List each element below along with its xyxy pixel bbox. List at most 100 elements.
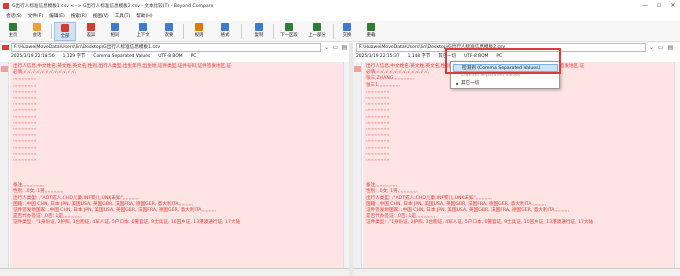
left-encoding-select[interactable]: UTF-8 BOM (158, 53, 182, 61)
menu-session[interactable]: 会话(S) (6, 13, 22, 19)
text-line: ,,,,,,,,,,,,,,,, (366, 107, 390, 113)
diffs-button[interactable]: 差异 (80, 22, 102, 41)
text-line: ,,,,,,,,,,,,,,,, (366, 95, 390, 100)
text-line: 证件签发地国家: ,中国 CHN, 日本 JPN, 美国USA, 英国GBR, … (366, 208, 570, 213)
text-line: ,,,,,,,,,,,,,,,, (13, 82, 37, 88)
swap-button[interactable]: 交换 (336, 22, 358, 41)
text-line: 证件类型: ,"1身份证, 2护照, 3台胞证, 4军人证, 5户口本, 6警官… (13, 220, 241, 226)
all-button[interactable]: 全部 (54, 22, 76, 41)
left-horizontal-scrollbar[interactable] (0, 268, 349, 276)
text-line: ,,,,,,,,,,,,,,,, (13, 113, 37, 119)
left-size: 1,129 字节 (62, 54, 86, 59)
menu-file[interactable]: 文件(F) (28, 13, 43, 19)
home-icon (9, 23, 17, 31)
text-line: ,,,,,,,,,,,,,,,, (13, 88, 37, 94)
format-button[interactable]: 格式 (214, 22, 236, 41)
next-section-button[interactable]: 下一区段 (278, 22, 300, 41)
text-line: 性别: ,0女; 1男,,,,,,,,,,,,, (13, 189, 64, 195)
text-line: ,,,,,,,,,,,,,,,, (13, 157, 37, 162)
minimize-button[interactable]: — (638, 0, 652, 11)
text-line: ,,,,,,,,,,,,,,,, (366, 144, 390, 150)
left-info-bar: 2025/3/19 22:18:56 1,129 字节 Comma Separa… (11, 53, 341, 61)
text-line: ,,,,,,,,,,,,,,,, (366, 113, 390, 119)
toolbar-separator (273, 24, 274, 39)
swap-label: 交换 (342, 33, 352, 38)
diffs-icon (87, 23, 95, 31)
reload-label: 重载 (366, 33, 376, 38)
menu-search[interactable]: 搜索(R) (71, 13, 87, 19)
text-line: 是否代办签证: ,0否; 1是,,,,,,,,,,,,, (13, 214, 83, 220)
menu-bar: 会话(S) 文件(F) 编辑(E) 搜索(R) 视图(V) 工具(T) 帮助(H… (0, 11, 680, 21)
right-horizontal-scrollbar[interactable] (353, 268, 680, 276)
context-icon (139, 23, 147, 31)
text-line: 出行人信息,中文姓名,英文姓,英文名,性别,出行人类型,出生年月,出生地,证件类… (13, 64, 232, 69)
left-gutter (0, 62, 9, 268)
copy-button[interactable]: 复制 (248, 22, 270, 41)
minor-button[interactable]: 次要 (158, 22, 180, 41)
right-history-icon[interactable]: ⌄ (648, 44, 655, 51)
text-line: 必填,√,√,√,√,√,√,√,√,√,√,√,√, (366, 70, 430, 76)
text-line: ,,,,,,,,,,,,,,,, (366, 126, 390, 131)
text-line: 出行人类型: ,"ADT成人,CHD儿童,INF婴儿,UNK未知",,,,,,,… (13, 195, 139, 201)
close-button[interactable]: ✕ (666, 0, 680, 11)
bullet-icon (456, 83, 458, 85)
reload-button[interactable]: 重载 (360, 22, 382, 41)
text-line: ,,,,,,,,,,,,,,,, (366, 150, 390, 156)
next-section-icon (285, 23, 293, 31)
menu-tools[interactable]: 工具(T) (115, 13, 131, 19)
home-label: 主页 (8, 33, 18, 38)
context-button[interactable]: 上下文 (132, 22, 154, 41)
format-label: 格式 (220, 33, 230, 38)
left-date: 2025/3/19 22:18:56 (11, 54, 55, 59)
window-title: G出行人标准信息模板1.csv <--> G出行人标准信息模板2.csv - 文… (12, 3, 214, 9)
left-text-pane[interactable]: 出行人信息,中文姓名,英文姓,英文名,性别,出行人类型,出生年月,出生地,证件类… (10, 62, 343, 268)
rules-label: 规则 (194, 33, 204, 38)
left-path-input[interactable]: F:\HuaweiMoveData\Users\lin\Desktop\G出行人… (11, 43, 321, 52)
text-line: 证件签发地国家: ,中国 CHN, 日本 JPN, 美国USA, 英国GBR, … (13, 208, 217, 213)
text-line: ,,,,,,,,,,,,,,,, (366, 119, 390, 125)
toolbar: 主页 会话 全部 差异 相同 上下文 次要 规则 格式 复制 下一区段 上一部分… (0, 21, 680, 42)
text-line: 国籍: ,中国 CHN, 日本 JPN, 美国USA, 英国GBR, 法国FRA… (13, 201, 194, 207)
toolbar-separator (241, 24, 242, 39)
text-line: ,,,,,,,,,,,,,,,, (13, 95, 37, 100)
prev-part-button[interactable]: 上一部分 (306, 22, 328, 41)
text-line: ,,,,,,,,,,,,,,,, (366, 157, 390, 162)
rules-icon (195, 23, 203, 31)
left-format-select[interactable]: Comma Separated Values (93, 53, 150, 61)
text-line: ,,,,,,,,,,,,,,,, (366, 88, 390, 94)
right-vertical-scrollbar[interactable] (674, 62, 680, 268)
text-line: ,,,,,,,,,,,,,,,, (13, 144, 37, 150)
left-eol-select[interactable]: PC (191, 53, 197, 61)
menu-edit[interactable]: 编辑(E) (49, 13, 65, 19)
same-icon (111, 23, 119, 31)
home-button[interactable]: 主页 (2, 22, 24, 41)
right-text-pane[interactable]: 出行人信息,中文姓名,英文姓,英文名,性别,出行人类型,出生年月,出生地,证件类… (363, 62, 674, 268)
text-line: 是否代办签证: ,0否; 1是,,,,,,,,,,,,, (366, 214, 436, 220)
minor-icon (165, 23, 173, 31)
same-button[interactable]: 相同 (104, 22, 126, 41)
text-line: ,,,,,,,,,,,,,,,, (366, 132, 390, 138)
sessions-button[interactable]: 会话 (26, 22, 48, 41)
toolbar-separator (333, 24, 334, 39)
left-save-icon[interactable]: ▤ (341, 44, 348, 51)
menu-view[interactable]: 视图(V) (93, 13, 109, 19)
left-history-icon[interactable]: ⌄ (323, 44, 330, 51)
right-browse-icon[interactable]: ▭ (657, 44, 664, 51)
copy-icon (255, 23, 263, 31)
text-line: 证件类型: ,"1身份证, 2护照, 3台胞证, 4军人证, 5户口本, 6警官… (366, 220, 594, 226)
prev-part-label: 上一部分 (308, 33, 326, 38)
right-date: 2025/3/19 22:15:37 (356, 54, 400, 59)
rules-button[interactable]: 规则 (188, 22, 210, 41)
gutter-diff-mark (1, 66, 8, 72)
text-line: 备注,,,,,,,,,,,,,,, (13, 183, 45, 189)
right-save-icon[interactable]: ▤ (667, 44, 674, 51)
minor-label: 次要 (164, 33, 174, 38)
next-section-label: 下一区段 (280, 33, 298, 38)
menu-help[interactable]: 帮助(H) (136, 13, 152, 19)
gutter-diff-mark (354, 66, 361, 72)
text-line: ,,,,,,,,,,,,,,,, (13, 107, 37, 113)
format-option-everything-else[interactable]: 其它一切 (453, 80, 558, 88)
left-browse-icon[interactable]: ▭ (332, 44, 339, 51)
swap-icon (343, 23, 351, 31)
maximize-button[interactable]: ☐ (652, 0, 666, 11)
